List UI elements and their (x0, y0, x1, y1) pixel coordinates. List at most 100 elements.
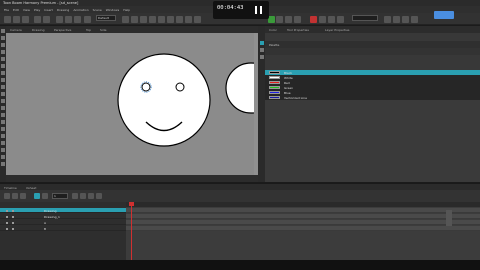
cut-icon[interactable] (56, 16, 63, 23)
delete-layer-icon[interactable] (88, 193, 94, 199)
track-row[interactable] (126, 214, 480, 219)
light-table-icon[interactable] (328, 16, 335, 23)
paint-bucket-icon[interactable] (1, 85, 5, 89)
add-layer-icon[interactable] (80, 193, 86, 199)
select-tool-icon[interactable] (1, 29, 5, 33)
drawing-svg[interactable] (6, 33, 254, 175)
reset-view-icon[interactable] (402, 16, 409, 23)
ink-icon[interactable] (1, 92, 5, 96)
first-frame-icon[interactable] (4, 193, 10, 199)
zoom-in-icon[interactable] (384, 16, 391, 23)
track-row[interactable] (126, 208, 480, 213)
record-icon[interactable] (310, 16, 317, 23)
dropper-icon[interactable] (1, 78, 5, 82)
shape-tool-icon[interactable] (1, 99, 5, 103)
canvas-stage[interactable] (6, 33, 254, 175)
camera-view[interactable] (6, 33, 258, 175)
frame-ruler[interactable] (126, 202, 480, 207)
play-icon[interactable] (20, 193, 26, 199)
eraser-tool-icon[interactable] (1, 71, 5, 75)
colour-view-icon[interactable] (259, 41, 264, 45)
onion-skin-icon[interactable] (319, 16, 326, 23)
track-row[interactable] (126, 226, 480, 231)
hand-icon[interactable] (1, 113, 5, 117)
undo-icon[interactable] (34, 16, 41, 23)
copy-icon[interactable] (65, 16, 72, 23)
flip-icon[interactable] (411, 16, 418, 23)
layer-properties-icon[interactable] (259, 55, 264, 59)
menu-insert[interactable]: Insert (44, 8, 53, 12)
tab-camera[interactable]: Camera (10, 28, 22, 32)
check-icon[interactable] (268, 16, 275, 23)
tab-tool-properties[interactable]: Tool Properties (287, 28, 309, 32)
layer-row[interactable]: Drawing (0, 208, 126, 213)
new-icon[interactable] (4, 16, 11, 23)
timeline-scrollbar[interactable] (446, 210, 452, 226)
scale-icon[interactable] (294, 16, 301, 23)
workspace-select[interactable]: Default (96, 15, 116, 21)
tab-layer-properties[interactable]: Layer Properties (325, 28, 349, 32)
rectangle-icon[interactable] (167, 16, 174, 23)
sound-icon[interactable] (72, 193, 78, 199)
line-tool-icon[interactable] (1, 106, 5, 110)
zoom-out-icon[interactable] (393, 16, 400, 23)
face-circle[interactable] (117, 53, 211, 147)
select-icon[interactable] (84, 16, 91, 23)
save-icon[interactable] (22, 16, 29, 23)
eraser-icon[interactable] (140, 16, 147, 23)
transform-icon[interactable] (276, 16, 283, 23)
menu-file[interactable]: File (4, 8, 9, 12)
layer-row[interactable]: Drawing_1 (0, 214, 126, 219)
toolbar-blue-button[interactable] (434, 11, 454, 19)
tab-color[interactable]: Color (269, 28, 277, 32)
right-eye[interactable] (175, 82, 185, 92)
menu-windows[interactable]: Windows (106, 8, 119, 12)
next-frame-icon[interactable] (42, 193, 48, 199)
ellipse-icon[interactable] (176, 16, 183, 23)
rotate-icon[interactable] (285, 16, 292, 23)
pivot-icon[interactable] (1, 141, 5, 145)
lock-icon[interactable] (12, 209, 14, 212)
playhead[interactable] (131, 202, 132, 260)
line-icon[interactable] (158, 16, 165, 23)
timeline-tracks[interactable] (126, 202, 480, 260)
tab-top[interactable]: Top (86, 28, 91, 32)
text-icon[interactable] (185, 16, 192, 23)
tab-perspective[interactable]: Perspective (54, 28, 71, 32)
menu-drawing[interactable]: Drawing (57, 8, 69, 12)
paint-icon[interactable] (149, 16, 156, 23)
lock-icon[interactable] (12, 215, 14, 218)
visibility-icon[interactable] (6, 209, 8, 212)
menu-scene[interactable]: Scene (93, 8, 102, 12)
contour-editor-icon[interactable] (1, 36, 5, 40)
lock-icon[interactable] (12, 227, 14, 230)
menu-edit[interactable]: Edit (13, 8, 19, 12)
tab-drawing[interactable]: Drawing (32, 28, 44, 32)
open-icon[interactable] (13, 16, 20, 23)
brush-icon[interactable] (122, 16, 129, 23)
lock-icon[interactable] (12, 221, 14, 224)
track-row[interactable] (126, 220, 480, 225)
deform-icon[interactable] (1, 155, 5, 159)
brush-tool-icon[interactable] (1, 50, 5, 54)
menu-view[interactable]: View (23, 8, 30, 12)
tool-properties-icon[interactable] (259, 48, 264, 52)
visibility-icon[interactable] (6, 221, 8, 224)
cutter-icon[interactable] (1, 43, 5, 47)
redo-icon[interactable] (43, 16, 50, 23)
bone-icon[interactable] (1, 148, 5, 152)
layer-row[interactable]: A (0, 220, 126, 225)
menu-play[interactable]: Play (34, 8, 40, 12)
layer-menu-icon[interactable] (96, 193, 102, 199)
visibility-icon[interactable] (6, 227, 8, 230)
transform-tool-icon[interactable] (1, 134, 5, 138)
toolbar-field[interactable] (352, 15, 378, 21)
zoom-tool-icon[interactable] (1, 120, 5, 124)
menu-animation[interactable]: Animation (73, 8, 88, 12)
loop-icon[interactable] (34, 193, 40, 199)
contour-icon[interactable] (194, 16, 201, 23)
morph-icon[interactable] (1, 162, 5, 166)
prev-frame-icon[interactable] (12, 193, 18, 199)
second-circle[interactable] (225, 62, 254, 114)
menu-help[interactable]: Help (123, 8, 130, 12)
